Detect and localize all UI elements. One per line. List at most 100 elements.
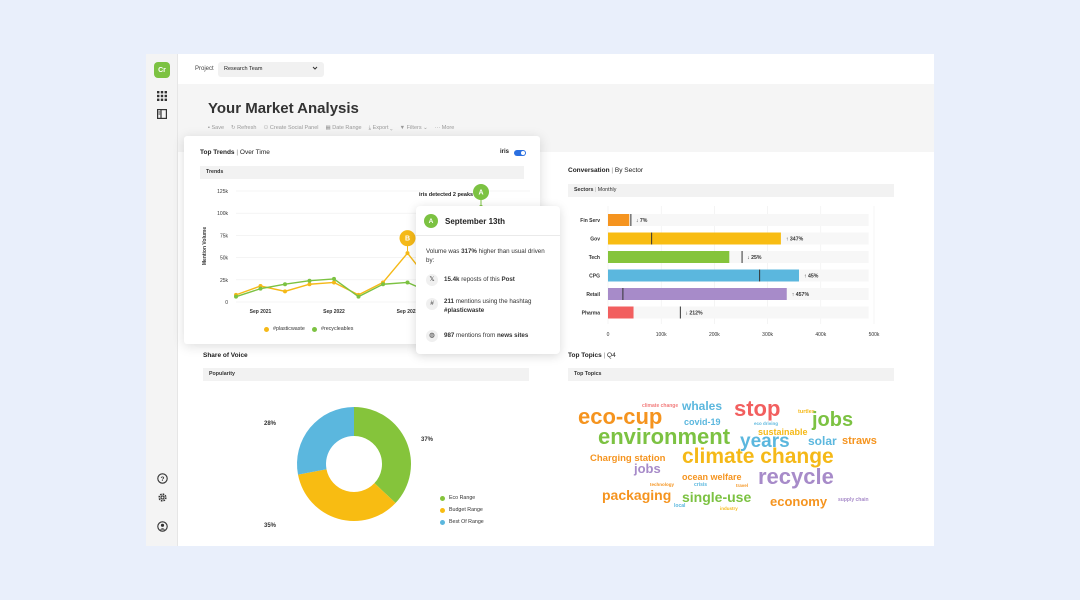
- bar-track: [608, 306, 869, 319]
- save-button[interactable]: ▪ Save: [208, 125, 224, 132]
- help-icon[interactable]: ?: [155, 471, 169, 485]
- conversation-card: Conversation | By Sector Sectors | Month…: [558, 160, 906, 350]
- legend-item[interactable]: Budget Range: [440, 507, 483, 513]
- top-topics-title: Top Topics | Q4: [568, 352, 616, 359]
- data-point: [283, 282, 287, 287]
- data-point: [405, 280, 410, 285]
- project-select[interactable]: Research Team: [218, 62, 324, 77]
- chevron-down-icon: [312, 65, 318, 73]
- iris-toggle[interactable]: [514, 150, 526, 156]
- project-select-value: Research Team: [224, 66, 263, 72]
- peak-a-label: A: [478, 189, 483, 196]
- topic-word[interactable]: packaging: [602, 488, 671, 502]
- share-of-voice-title: Share of Voice: [203, 352, 248, 359]
- more-button[interactable]: ··· More: [435, 125, 455, 132]
- category-label: Retail: [586, 292, 600, 298]
- topic-word[interactable]: local: [674, 504, 685, 509]
- category-label: Gov: [590, 237, 600, 243]
- x-tick-label: 100k: [656, 332, 667, 338]
- top-trends-title: Top Trends | Over Time: [200, 149, 270, 156]
- category-label: Pharma: [582, 311, 601, 317]
- legend-swatch: [264, 326, 269, 332]
- bar: [608, 306, 634, 319]
- data-point: [234, 294, 238, 299]
- hashtag-icon: #: [426, 298, 438, 310]
- topic-word[interactable]: industry: [720, 506, 738, 512]
- create-social-panel-button[interactable]: ⚇ Create Social Panel: [263, 125, 318, 132]
- data-point: [283, 289, 287, 294]
- legend-swatch: [440, 507, 445, 513]
- donut-slice: [354, 407, 411, 504]
- data-point: [258, 286, 263, 291]
- delta-label: ↑ 347%: [786, 237, 804, 243]
- topic-word[interactable]: straws: [842, 436, 877, 447]
- topic-word[interactable]: ocean welfare: [682, 473, 742, 482]
- app-window: Cr ? Project Research Team Your Market A…: [146, 54, 934, 546]
- x-tick-label: 500k: [869, 332, 880, 338]
- bar: [608, 251, 730, 263]
- legend-swatch: [440, 519, 445, 525]
- delta-label: ↓ 212%: [685, 311, 703, 317]
- peak-tooltip: A September 13th Volume was 317% higher …: [416, 206, 560, 354]
- date-range-button[interactable]: ▦ Date Range: [326, 125, 362, 132]
- export-button[interactable]: ⤓ Export ⌄: [369, 125, 393, 132]
- category-label: Tech: [589, 255, 600, 261]
- topic-word[interactable]: whales: [682, 400, 722, 412]
- legend-item[interactable]: Eco Range: [440, 495, 475, 501]
- top-topics-card: Top Topics | Q4 Top Topics climate chang…: [558, 350, 906, 540]
- svg-text:?: ?: [160, 476, 164, 483]
- peak-badge: A: [424, 214, 438, 228]
- delta-label: ↓ 25%: [747, 255, 762, 261]
- x-tick-label: 200k: [709, 332, 720, 338]
- legend-label: Eco Range: [449, 495, 476, 501]
- topic-word[interactable]: stop: [734, 398, 780, 420]
- refresh-button[interactable]: ↻ Refresh: [231, 125, 256, 132]
- filter-icon: ▼: [399, 125, 407, 131]
- y-tick-label: 0: [225, 300, 228, 306]
- legend-item[interactable]: Best Of Range: [440, 519, 484, 525]
- page-title: Your Market Analysis: [208, 100, 359, 117]
- peak-b-label: B: [405, 236, 410, 243]
- delta-label: ↓ 7%: [636, 218, 648, 224]
- legend-label: #recycleables: [321, 326, 354, 332]
- filters-button[interactable]: ▼ Filters ⌄: [400, 125, 428, 132]
- tooltip-divider: [416, 235, 560, 236]
- data-point: [405, 251, 410, 256]
- more-dots-icon: ···: [434, 125, 442, 131]
- data-point: [356, 294, 361, 299]
- conversation-subhead: Sectors | Monthly: [568, 184, 894, 197]
- topic-word[interactable]: travel: [736, 483, 748, 489]
- app-logo-icon[interactable]: Cr: [154, 62, 170, 78]
- settings-gear-icon[interactable]: [155, 490, 169, 504]
- panel-layout-icon[interactable]: [155, 107, 169, 121]
- y-tick-label: 125k: [217, 189, 228, 195]
- bar: [608, 269, 799, 282]
- y-tick-label: 50k: [220, 256, 229, 262]
- sector-bar-chart: 0 100k 200k 300k 400k 500k Fin Serv ↓ 7% Gov ↑ 34…: [580, 206, 880, 338]
- topic-word[interactable]: jobs: [812, 410, 853, 430]
- y-tick-label: 75k: [220, 233, 229, 239]
- topic-word[interactable]: eco driving: [754, 421, 778, 427]
- legend-item[interactable]: #plasticwaste: [264, 326, 305, 332]
- top-bar: Project Research Team: [178, 54, 934, 84]
- topic-word[interactable]: single-use: [682, 490, 751, 504]
- x-tick-label: Sep 2021: [250, 309, 272, 315]
- topic-word[interactable]: recycle: [758, 466, 834, 488]
- slice-percent-label: 37%: [421, 437, 434, 443]
- x-tick-label: 0: [607, 332, 610, 338]
- category-label: CPG: [589, 274, 600, 280]
- share-of-voice-card: Share of Voice Popularity 37% 35% 28% Eco …: [198, 350, 538, 540]
- toolbar: ▪ Save ↻ Refresh ⚇ Create Social Panel ▦…: [208, 125, 454, 132]
- topic-word[interactable]: crisis: [694, 483, 707, 488]
- y-tick-label: 100k: [217, 211, 228, 217]
- donut-slice: [297, 407, 354, 475]
- tooltip-header: A September 13th: [424, 214, 505, 228]
- topic-word[interactable]: economy: [770, 495, 827, 508]
- tooltip-row-hashtag: # 211 mentions using the hashtag #plasti…: [426, 298, 556, 315]
- apps-grid-icon[interactable]: [155, 89, 169, 103]
- topic-word[interactable]: supply chain: [838, 498, 869, 503]
- user-account-icon[interactable]: [155, 519, 169, 533]
- tooltip-row-reposts: 𝕏 15.4k reposts of this Post: [426, 274, 556, 286]
- topic-word[interactable]: jobs: [634, 462, 661, 475]
- legend-item[interactable]: #recycleables: [312, 326, 353, 332]
